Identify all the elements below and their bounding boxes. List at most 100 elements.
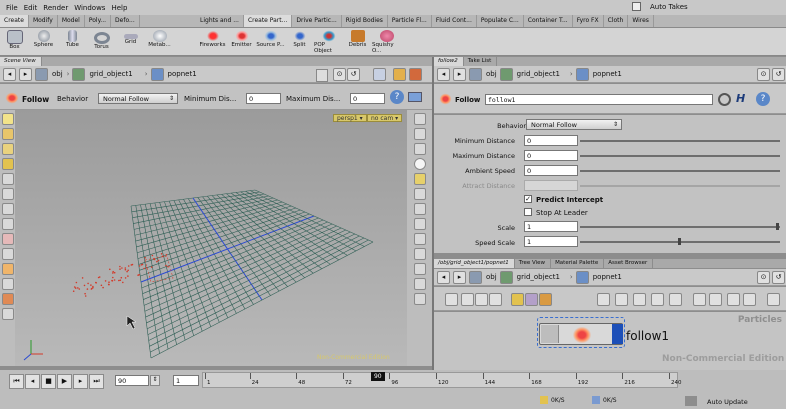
breadcrumb-obj[interactable]: obj bbox=[486, 273, 497, 281]
min-distance-field[interactable]: 0 bbox=[524, 135, 578, 146]
scale-slider[interactable] bbox=[580, 226, 780, 228]
shelf-tab-deform[interactable]: Defo... bbox=[111, 15, 140, 27]
timeline-ruler[interactable]: 1 24 48 72 96 120 144 168 192 216 240 90 bbox=[202, 372, 682, 388]
tab-material-palette[interactable]: Material Palette bbox=[551, 259, 605, 268]
handle-icon[interactable] bbox=[408, 92, 422, 102]
tool-box[interactable]: Box bbox=[0, 28, 29, 55]
tab-take-list[interactable]: Take List bbox=[464, 57, 498, 66]
stop-icon[interactable]: ■ bbox=[41, 374, 56, 389]
scale-tool-icon[interactable] bbox=[1, 158, 14, 170]
current-frame-marker[interactable]: 90 bbox=[370, 372, 385, 381]
tab-tree-view[interactable]: Tree View bbox=[515, 259, 552, 268]
display-flag[interactable] bbox=[612, 324, 623, 344]
shelf-tab-wires[interactable]: Wires bbox=[628, 15, 654, 27]
shelf-tab-pyro-fx[interactable]: Fyro FX bbox=[573, 15, 604, 27]
link-icon[interactable]: ↺ bbox=[772, 271, 785, 284]
jump-end-icon[interactable]: ⏭ bbox=[89, 374, 104, 389]
snapshot-icon[interactable] bbox=[413, 278, 426, 290]
forward-button[interactable]: ▸ bbox=[19, 67, 32, 81]
shelf-tab-particle-fluids[interactable]: Particle Fl... bbox=[388, 15, 432, 27]
backface-icon[interactable] bbox=[413, 248, 426, 260]
h-icon[interactable]: H bbox=[736, 92, 745, 105]
handle-tool-icon[interactable] bbox=[1, 233, 14, 245]
shelf-tab-cloth[interactable]: Cloth bbox=[604, 15, 629, 27]
ambient-speed-field[interactable]: 0 bbox=[524, 165, 578, 176]
menu-render[interactable]: Render bbox=[43, 4, 68, 12]
breadcrumb-grid-object[interactable]: grid_object1 bbox=[89, 70, 132, 78]
pin-icon[interactable]: ⊙ bbox=[757, 271, 770, 284]
tool-tube[interactable]: Tube bbox=[58, 28, 87, 55]
render-icon[interactable] bbox=[409, 68, 422, 81]
camera-menu[interactable]: no cam ▾ bbox=[367, 114, 403, 122]
step-forward-icon[interactable]: ▸ bbox=[73, 374, 88, 389]
node-follow1[interactable] bbox=[539, 323, 623, 345]
shelf-tab-fluid-containers[interactable]: Fluid Cont... bbox=[432, 15, 477, 27]
shelf-tab-rigid-bodies[interactable]: Rigid Bodies bbox=[342, 15, 388, 27]
current-frame-field[interactable]: 90 bbox=[115, 375, 149, 386]
tab-network-path[interactable]: /obj/grid_object1/popnet1 bbox=[434, 259, 515, 268]
shelf-tab-model[interactable]: Model bbox=[58, 15, 85, 27]
back-button[interactable]: ◂ bbox=[3, 67, 16, 81]
tree-layout-icon[interactable] bbox=[615, 293, 628, 306]
menu-windows[interactable]: Windows bbox=[74, 4, 105, 12]
tool-debris[interactable]: Debris bbox=[343, 28, 372, 55]
tool-split[interactable]: Split bbox=[285, 28, 314, 55]
behavior-select[interactable]: Normal Follow bbox=[526, 119, 622, 130]
tool-metaball[interactable]: Metab... bbox=[145, 28, 174, 55]
align-icon[interactable] bbox=[597, 293, 610, 306]
viewport-3d[interactable]: persp1 ▾ no cam ▾ Non-Commercial Edition bbox=[15, 110, 407, 366]
scale-field[interactable]: 1 bbox=[524, 221, 578, 232]
breadcrumb-grid-object[interactable]: grid_object1 bbox=[517, 70, 560, 78]
max-distance-field[interactable]: 0 bbox=[350, 93, 385, 104]
breadcrumb-popnet[interactable]: popnet1 bbox=[593, 70, 622, 78]
breadcrumb-popnet[interactable]: popnet1 bbox=[168, 70, 197, 78]
max-distance-field[interactable]: 0 bbox=[524, 150, 578, 161]
network-box-icon[interactable] bbox=[539, 293, 552, 306]
link-icon[interactable]: ↺ bbox=[347, 68, 360, 81]
move-tool-icon[interactable] bbox=[1, 128, 14, 140]
network-view[interactable]: Particles follow1 Non-Commercial Edition bbox=[434, 312, 786, 370]
behavior-select[interactable]: Normal Follow bbox=[98, 93, 178, 104]
max-distance-slider[interactable] bbox=[580, 155, 780, 157]
box-icon[interactable] bbox=[525, 293, 538, 306]
snap-tool-icon[interactable] bbox=[1, 218, 14, 230]
breadcrumb-grid-object[interactable]: grid_object1 bbox=[517, 273, 560, 281]
flipbook-icon[interactable] bbox=[413, 293, 426, 305]
tool-emitter[interactable]: Emitter bbox=[227, 28, 256, 55]
forward-button[interactable]: ▸ bbox=[453, 67, 466, 81]
shelf-tab-poly[interactable]: Poly... bbox=[85, 15, 112, 27]
tool-source-particle[interactable]: Source P... bbox=[256, 28, 285, 55]
view-tool-icon[interactable] bbox=[1, 203, 14, 215]
breadcrumb-obj[interactable]: obj bbox=[486, 70, 497, 78]
options-icon[interactable] bbox=[767, 293, 780, 306]
arrow-tool-icon[interactable] bbox=[1, 188, 14, 200]
hierarchy-icon[interactable] bbox=[727, 293, 740, 306]
min-distance-slider[interactable] bbox=[580, 140, 780, 142]
select-tool-icon[interactable] bbox=[1, 113, 14, 125]
tool-squishy-object[interactable]: Squishy O... bbox=[372, 28, 401, 55]
start-frame-field[interactable]: 1 bbox=[173, 375, 199, 386]
gear-icon[interactable] bbox=[718, 93, 731, 106]
predict-intercept-checkbox[interactable]: ✓ bbox=[524, 195, 532, 203]
auto-update-label[interactable]: Auto Update bbox=[707, 398, 748, 406]
cook-tool-icon[interactable] bbox=[1, 308, 14, 320]
back-button[interactable]: ◂ bbox=[437, 270, 450, 284]
transform-tool-icon[interactable] bbox=[1, 248, 14, 260]
help-icon[interactable]: ? bbox=[390, 90, 404, 104]
pin-icon[interactable]: ⊙ bbox=[333, 68, 346, 81]
shelf-tab-lights[interactable]: Lights and ... bbox=[196, 15, 244, 27]
tool-torus[interactable]: Torus bbox=[87, 28, 116, 55]
display-icon[interactable] bbox=[393, 68, 406, 81]
magnet-tool-icon[interactable] bbox=[1, 278, 14, 290]
menu-edit[interactable]: Edit bbox=[24, 4, 38, 12]
step-back-icon[interactable]: ◂ bbox=[25, 374, 40, 389]
help-icon[interactable]: ? bbox=[756, 92, 770, 106]
shelf-tab-populate[interactable]: Populate C... bbox=[477, 15, 524, 27]
scale-slider-knob[interactable] bbox=[776, 223, 779, 230]
tool-sphere[interactable]: Sphere bbox=[29, 28, 58, 55]
split-icon[interactable] bbox=[709, 293, 722, 306]
shelf-tab-container-tools[interactable]: Container T... bbox=[524, 15, 573, 27]
breadcrumb-popnet[interactable]: popnet1 bbox=[593, 273, 622, 281]
merge-icon[interactable] bbox=[693, 293, 706, 306]
menu-file[interactable]: File bbox=[6, 4, 18, 12]
